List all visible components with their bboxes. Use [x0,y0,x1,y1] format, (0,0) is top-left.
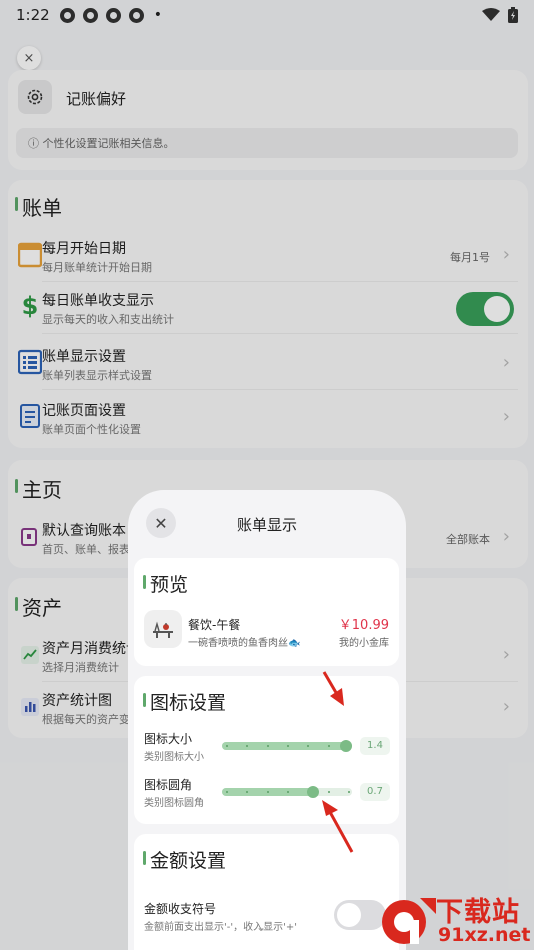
bill-display-sheet: ✕ 账单显示 预览 餐饮-午餐 一碗香喷喷的鱼香肉丝🐟 ￥10.99 我的小金库… [128,490,406,950]
slider-tick [327,745,330,747]
amount-settings-panel: 金额设置 金额收支符号 金额前面支出显示'-'，收入显示'+' [134,834,399,950]
icon-radius-desc: 类别图标圆角 [144,798,204,809]
watermark-logo-icon [382,898,436,944]
preview-item-name: 餐饮-午餐 [188,618,241,632]
amount-sign-toggle[interactable] [334,900,386,930]
preview-amount: ￥10.99 [338,618,389,633]
slider-tick [266,745,269,747]
preview-panel: 预览 餐饮-午餐 一碗香喷喷的鱼香肉丝🐟 ￥10.99 我的小金库 [134,558,399,666]
preview-item-note: 一碗香喷喷的鱼香肉丝🐟 [188,638,301,649]
slider-tick [226,791,228,793]
icon-size-slider[interactable] [222,740,352,752]
slider-knob[interactable] [307,786,319,798]
watermark-domain: 91xz.net [438,924,531,946]
icon-radius-value: 0.7 [360,783,390,801]
panel-title-preview: 预览 [142,570,188,597]
slider-tick [287,745,289,747]
chevron-down-icon: ⌄ [256,920,267,934]
icon-size-desc: 类别图标大小 [144,752,204,763]
slider-tick [327,791,330,793]
slider-knob[interactable] [340,740,352,752]
dining-icon [144,610,182,648]
icon-size-value: 1.4 [360,737,390,755]
amount-sign-desc: 金额前面支出显示'-'，收入显示'+' [144,922,297,933]
watermark: 下载站 91xz.net [380,888,534,950]
icon-size-label: 图标大小 [144,732,193,746]
preview-book: 我的小金库 [339,638,389,649]
slider-tick [287,791,289,793]
slider-tick [266,791,269,793]
slider-tick [348,791,350,793]
sheet-title: 账单显示 [236,516,297,534]
slider-tick [226,745,228,747]
amount-sign-label: 金额收支符号 [144,902,217,916]
icon-radius-label: 图标圆角 [144,778,193,792]
icon-settings-panel: 图标设置 图标大小 类别图标大小 1.4 图标圆角 类别图标圆角 0.7 [134,676,399,824]
icon-radius-slider[interactable] [222,786,352,798]
panel-title-icon-settings: 图标设置 [142,688,226,715]
panel-title-amount-settings: 金额设置 [142,846,226,873]
